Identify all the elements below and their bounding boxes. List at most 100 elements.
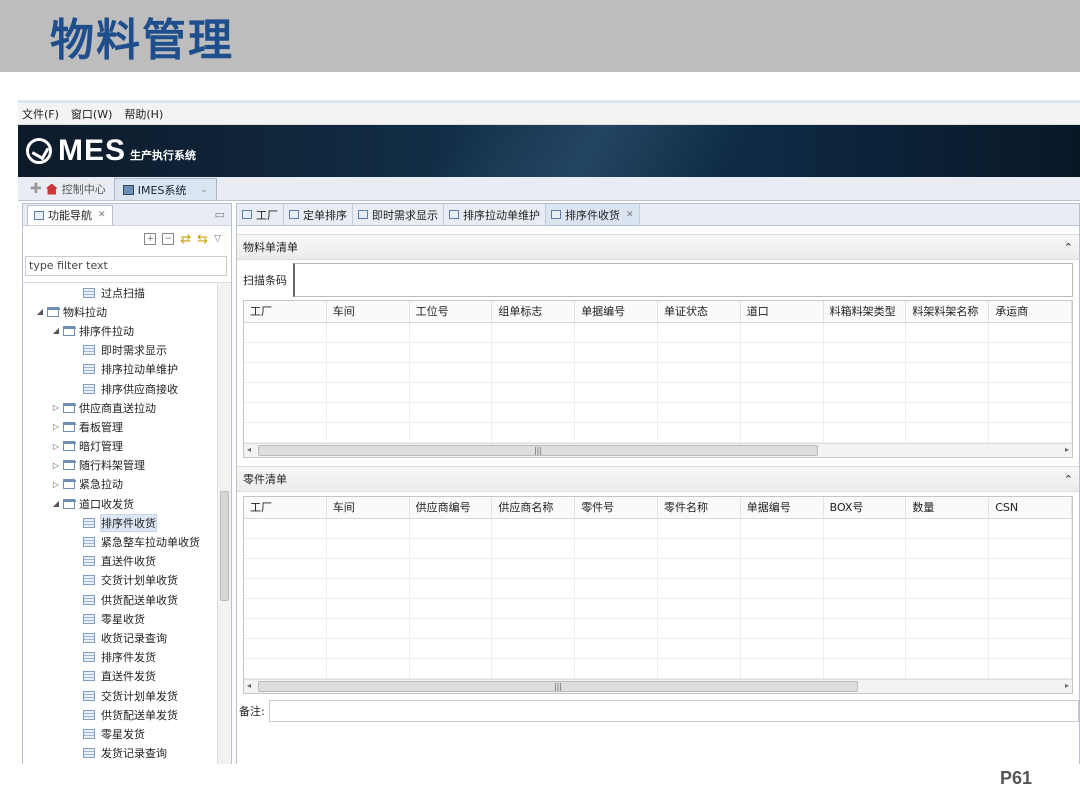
table-row[interactable]: [244, 639, 1072, 659]
table-cell[interactable]: [492, 519, 576, 538]
table-cell[interactable]: [989, 539, 1072, 558]
table-row[interactable]: [244, 619, 1072, 639]
expanded-arrow-icon[interactable]: ◢: [51, 499, 61, 508]
tab-factory[interactable]: 工厂: [237, 204, 284, 225]
tab-function-nav[interactable]: 功能导航 ✕: [27, 204, 113, 225]
table-cell[interactable]: [492, 559, 576, 578]
column-header[interactable]: 料架料架名称: [906, 301, 990, 322]
table-cell[interactable]: [989, 383, 1072, 402]
table-cell[interactable]: [824, 383, 907, 402]
tree-item[interactable]: 直送件发货: [23, 667, 231, 686]
table-cell[interactable]: [824, 343, 907, 362]
table-cell[interactable]: [741, 383, 824, 402]
tab-sort-pull-maintain[interactable]: 排序拉动单维护: [444, 204, 546, 225]
column-header[interactable]: 单据编号: [575, 301, 658, 322]
table-cell[interactable]: [492, 403, 576, 422]
filter-input[interactable]: type filter text: [25, 256, 227, 276]
table-cell[interactable]: [989, 619, 1072, 638]
table-cell[interactable]: [575, 619, 658, 638]
menu-file[interactable]: 文件(F): [22, 106, 59, 122]
scan-barcode-input[interactable]: [293, 263, 1073, 297]
tree-item[interactable]: 排序拉动单维护: [23, 360, 231, 379]
tree-folder[interactable]: ▷ 暗灯管理: [23, 437, 231, 456]
table-cell[interactable]: [575, 639, 658, 658]
tab-imes-system[interactable]: IMES系统 ⌄: [113, 178, 217, 200]
tree-item[interactable]: 直送件收货: [23, 552, 231, 571]
table-cell[interactable]: [741, 519, 824, 538]
material-section-header[interactable]: 物料单清单 ⌃: [237, 234, 1079, 260]
table-cell[interactable]: [575, 383, 658, 402]
table-cell[interactable]: [575, 659, 658, 678]
minimize-icon[interactable]: ▭: [215, 208, 225, 221]
table-cell[interactable]: [244, 559, 327, 578]
table-cell[interactable]: [658, 619, 741, 638]
table-row[interactable]: [244, 539, 1072, 559]
column-header[interactable]: 工厂: [244, 301, 327, 322]
table-cell[interactable]: [658, 639, 741, 658]
table-cell[interactable]: [824, 323, 907, 342]
horizontal-scrollbar[interactable]: ◂ ||| ▸: [244, 443, 1072, 457]
table-cell[interactable]: [906, 619, 990, 638]
table-row[interactable]: [244, 383, 1072, 403]
table-row[interactable]: [244, 519, 1072, 539]
table-cell[interactable]: [575, 539, 658, 558]
table-cell[interactable]: [824, 579, 907, 598]
table-cell[interactable]: [989, 519, 1072, 538]
scroll-right-icon[interactable]: ▸: [1065, 681, 1069, 690]
table-cell[interactable]: [989, 599, 1072, 618]
table-cell[interactable]: [244, 403, 327, 422]
table-cell[interactable]: [824, 539, 907, 558]
table-cell[interactable]: [575, 323, 658, 342]
tree-item[interactable]: 发货记录查询: [23, 744, 231, 763]
table-cell[interactable]: [741, 323, 824, 342]
table-cell[interactable]: [410, 423, 493, 442]
table-cell[interactable]: [989, 659, 1072, 678]
note-input[interactable]: [268, 700, 1079, 722]
table-cell[interactable]: [327, 403, 410, 422]
table-cell[interactable]: [989, 403, 1072, 422]
table-cell[interactable]: [906, 639, 990, 658]
tree-folder[interactable]: ▷ 随行料架管理: [23, 456, 231, 475]
table-cell[interactable]: [244, 579, 327, 598]
collapsed-arrow-icon[interactable]: ▷: [51, 422, 61, 431]
table-cell[interactable]: [410, 363, 493, 382]
tree-folder[interactable]: ▷ 供应商直送拉动: [23, 398, 231, 417]
collapsed-arrow-icon[interactable]: ▷: [51, 403, 61, 412]
table-cell[interactable]: [824, 599, 907, 618]
table-cell[interactable]: [410, 659, 493, 678]
table-cell[interactable]: [410, 619, 493, 638]
table-cell[interactable]: [410, 403, 493, 422]
scroll-thumb[interactable]: [220, 491, 229, 601]
table-cell[interactable]: [906, 599, 990, 618]
table-cell[interactable]: [492, 639, 576, 658]
table-cell[interactable]: [906, 519, 990, 538]
table-cell[interactable]: [410, 343, 493, 362]
table-cell[interactable]: [741, 403, 824, 422]
table-cell[interactable]: [244, 343, 327, 362]
column-header[interactable]: BOX号: [824, 497, 907, 518]
table-cell[interactable]: [410, 579, 493, 598]
table-cell[interactable]: [741, 579, 824, 598]
column-header[interactable]: 承运商: [989, 301, 1072, 322]
table-cell[interactable]: [244, 519, 327, 538]
tree-folder[interactable]: ▷ 紧急拉动: [23, 475, 231, 494]
table-cell[interactable]: [658, 343, 741, 362]
table-row[interactable]: [244, 599, 1072, 619]
sync-icon[interactable]: ⇄: [180, 232, 191, 247]
table-cell[interactable]: [244, 599, 327, 618]
table-cell[interactable]: [906, 343, 990, 362]
column-header[interactable]: 料箱料架类型: [824, 301, 907, 322]
table-row[interactable]: [244, 579, 1072, 599]
table-row[interactable]: [244, 363, 1072, 383]
table-cell[interactable]: [492, 579, 576, 598]
table-cell[interactable]: [327, 423, 410, 442]
collapse-icon[interactable]: ⌃: [1064, 241, 1073, 254]
table-cell[interactable]: [327, 639, 410, 658]
column-header[interactable]: 数量: [906, 497, 990, 518]
table-cell[interactable]: [492, 343, 576, 362]
table-cell[interactable]: [824, 639, 907, 658]
table-cell[interactable]: [410, 639, 493, 658]
column-header[interactable]: 单据编号: [741, 497, 824, 518]
scroll-right-icon[interactable]: ▸: [1065, 445, 1069, 454]
view-menu-icon[interactable]: ▽: [214, 234, 221, 244]
